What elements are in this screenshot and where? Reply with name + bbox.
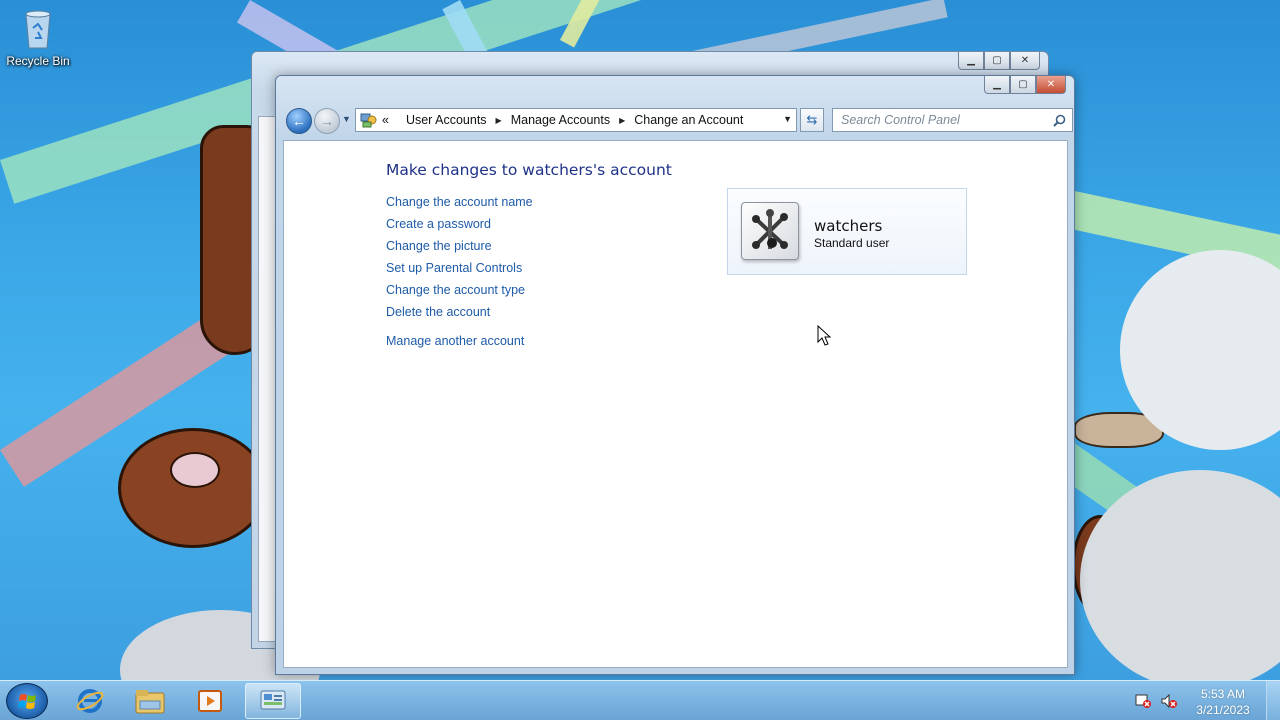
breadcrumb-user-accounts[interactable]: User Accounts [406, 113, 487, 127]
minimize-button[interactable]: ▁ [984, 76, 1010, 94]
change-picture-link[interactable]: Change the picture [386, 238, 533, 260]
avatar [741, 202, 799, 260]
maximize-button[interactable]: ▢ [1010, 76, 1036, 94]
control-panel-window[interactable]: ▁ ▢ ✕ ← → ▼ « User Accounts ▶ Manage Acc… [275, 75, 1075, 675]
close-button[interactable]: ✕ [1036, 76, 1066, 94]
close-icon[interactable]: ✕ [1010, 52, 1040, 70]
search-placeholder: Search Control Panel [841, 113, 960, 127]
maximize-icon: ▢ [1018, 79, 1028, 90]
breadcrumb-manage-accounts[interactable]: Manage Accounts [511, 113, 610, 127]
window-controls: ▁ ▢ ✕ [984, 76, 1066, 94]
address-bar[interactable]: « User Accounts ▶ Manage Accounts ▶ Chan… [355, 108, 797, 132]
start-button[interactable] [6, 683, 48, 719]
delete-account-link[interactable]: Delete the account [386, 304, 533, 326]
account-name: watchers [814, 217, 883, 235]
manage-another-account-link[interactable]: Manage another account [386, 333, 533, 355]
account-type: Standard user [814, 236, 890, 250]
windows-logo-icon [18, 694, 36, 709]
navigation-bar: ← → ▼ « User Accounts ▶ Manage Accounts … [284, 108, 1073, 134]
minimize-icon: ▁ [993, 79, 1001, 90]
create-password-link[interactable]: Create a password [386, 216, 533, 238]
search-icon[interactable] [1053, 114, 1066, 127]
clock-time: 5:53 AM [1200, 687, 1246, 701]
media-player-icon [198, 690, 222, 712]
recycle-bin-icon [22, 8, 54, 50]
taskbar-clock[interactable]: 5:53 AM 3/21/2023 [1190, 686, 1256, 718]
chevron-right-icon[interactable]: ▶ [619, 116, 625, 125]
internet-explorer-icon [76, 689, 104, 713]
back-arrow-icon: ← [292, 113, 306, 129]
speaker-muted-icon[interactable] [1160, 693, 1178, 712]
address-dropdown-icon[interactable]: ▼ [783, 114, 792, 124]
taskbar-media-player[interactable] [182, 683, 238, 719]
system-tray: 5:53 AM 3/21/2023 [1130, 681, 1280, 720]
mouse-cursor-icon [817, 324, 833, 347]
change-account-name-link[interactable]: Change the account name [386, 194, 533, 216]
breadcrumb-overflow[interactable]: « [382, 113, 389, 127]
refresh-button[interactable]: ⇆ [800, 108, 824, 132]
windows-explorer-icon [135, 690, 165, 714]
content-pane: Make changes to watchers's account Chang… [283, 140, 1068, 668]
taskbar-windows-explorer[interactable] [122, 683, 178, 719]
show-desktop-button[interactable] [1266, 681, 1280, 720]
breadcrumb-change-an-account[interactable]: Change an Account [634, 113, 743, 127]
desktop-icon-recycle-bin[interactable]: Recycle Bin [6, 6, 70, 68]
change-account-type-link[interactable]: Change the account type [386, 282, 533, 304]
taskbar-control-panel[interactable] [245, 683, 301, 719]
minimize-icon[interactable]: ▁ [958, 52, 984, 70]
close-icon: ✕ [1046, 79, 1056, 90]
task-list: Change the account name Create a passwor… [386, 194, 533, 355]
parental-controls-link[interactable]: Set up Parental Controls [386, 260, 533, 282]
back-button[interactable]: ← [286, 108, 312, 134]
forward-arrow-icon: → [320, 113, 334, 129]
page-title: Make changes to watchers's account [386, 161, 672, 179]
taskbar-internet-explorer[interactable] [62, 683, 118, 719]
desktop-icon-label: Recycle Bin [6, 54, 70, 68]
control-panel-icon [360, 111, 378, 129]
refresh-icon: ⇆ [806, 112, 818, 127]
maximize-icon[interactable]: ▢ [984, 52, 1010, 70]
search-input[interactable]: Search Control Panel [832, 108, 1073, 132]
back-window-controls: ▁ ▢ ✕ [958, 52, 1040, 70]
account-card: watchers Standard user [727, 188, 967, 275]
forward-button[interactable]: → [314, 108, 340, 134]
chevron-right-icon[interactable]: ▶ [496, 116, 502, 125]
action-center-flag-icon[interactable] [1134, 693, 1152, 712]
jack-toy-avatar-icon [752, 209, 788, 249]
recent-pages-dropdown[interactable]: ▼ [342, 114, 351, 124]
clock-date: 3/21/2023 [1196, 703, 1250, 717]
control-panel-icon [260, 690, 286, 710]
taskbar: 5:53 AM 3/21/2023 [0, 680, 1280, 720]
